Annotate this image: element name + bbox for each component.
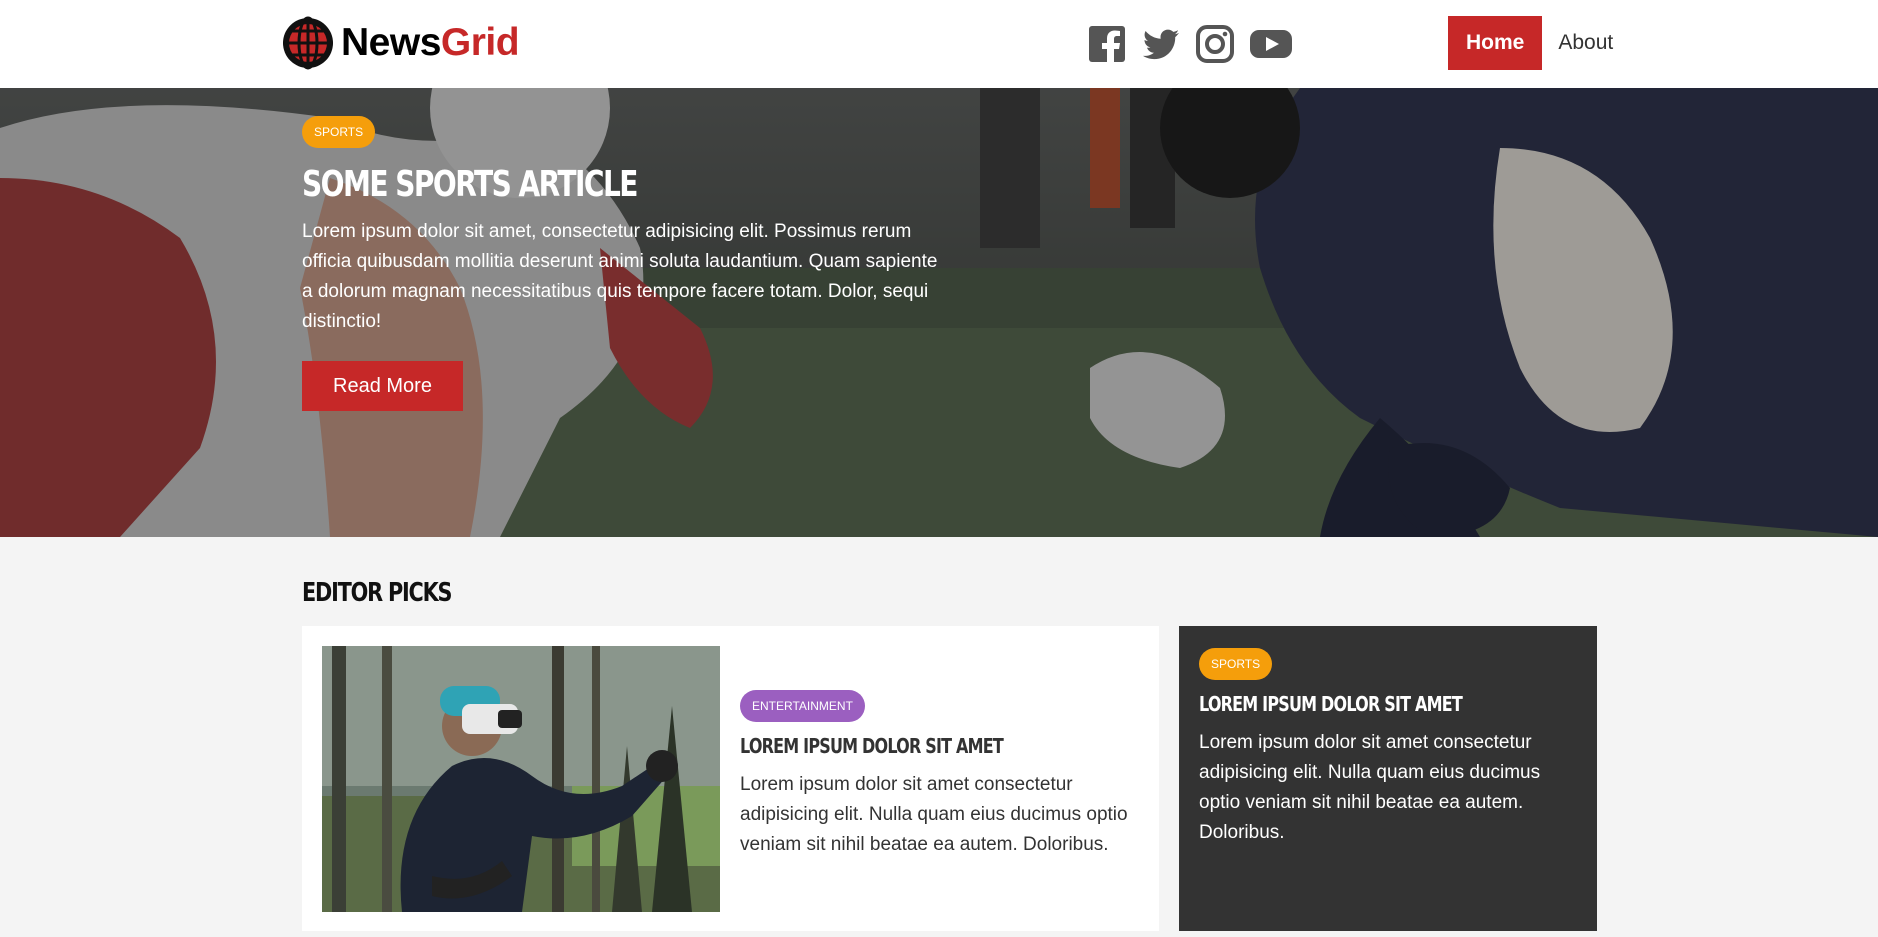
category-badge[interactable]: Sports [1199,648,1273,680]
nav-about-link[interactable]: About [1542,16,1629,70]
category-badge[interactable]: Sports [302,116,376,148]
instagram-icon[interactable] [1195,24,1235,64]
nav-home-link[interactable]: Home [1448,16,1543,70]
vr-article-image [322,646,720,912]
social-links [1087,24,1293,64]
main-nav: Home About [1448,16,1629,70]
section-title: Editor Picks [302,578,452,608]
card-title[interactable]: Lorem ipsum dolor sit amet [740,734,1060,758]
category-badge[interactable]: Entertainment [740,690,865,722]
site-header: NewsGrid Home About [0,0,1878,88]
editor-pick-card-dark[interactable]: Sports Lorem ipsum dolor sit amet Lorem … [1179,626,1597,931]
facebook-icon[interactable] [1087,24,1127,64]
site-logo[interactable]: NewsGrid [281,16,520,70]
hero-content: Sports Some Sports Article Lorem ipsum d… [302,116,952,411]
card-text: Lorem ipsum dolor sit amet consectetur a… [1199,732,1541,843]
card-text: Lorem ipsum dolor sit amet consectetur a… [740,774,1128,855]
hero-title: Some Sports Article [302,164,638,205]
card-body: Entertainment Lorem ipsum dolor sit amet… [740,690,1140,860]
hero-section: Sports Some Sports Article Lorem ipsum d… [0,88,1878,537]
read-more-button[interactable]: Read More [302,361,463,411]
brand-name: NewsGrid [341,21,520,64]
globe-icon [283,16,333,70]
youtube-icon[interactable] [1249,24,1293,64]
card-title[interactable]: Lorem ipsum dolor sit amet [1199,692,1501,716]
hero-text: Lorem ipsum dolor sit amet, consectetur … [302,221,938,332]
editor-pick-card[interactable]: Entertainment Lorem ipsum dolor sit amet… [302,626,1159,931]
twitter-icon[interactable] [1141,24,1181,64]
